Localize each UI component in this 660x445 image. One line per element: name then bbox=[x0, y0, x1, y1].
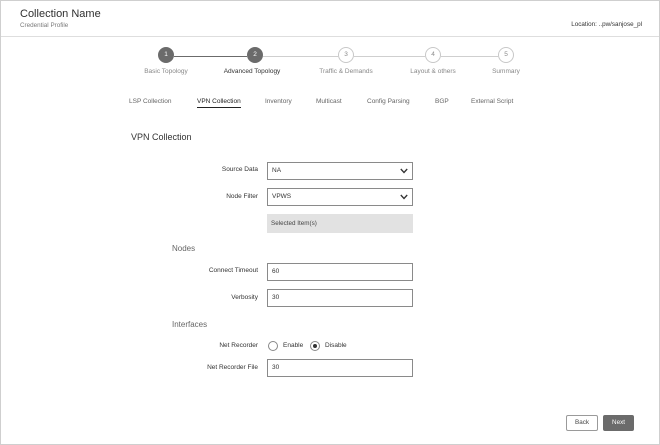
tab-config-parsing[interactable]: Config Parsing bbox=[367, 98, 410, 105]
source-data-label: Source Data bbox=[221, 166, 258, 173]
connect-timeout-label: Connect Timeout bbox=[208, 267, 258, 274]
step-5-circle[interactable]: 5 bbox=[498, 47, 514, 63]
step-1-circle[interactable]: 1 bbox=[158, 47, 174, 63]
net-recorder-label: Net Recorder bbox=[219, 342, 258, 349]
source-data-value: NA bbox=[272, 167, 282, 174]
section-title: VPN Collection bbox=[131, 132, 192, 142]
nodes-group-title: Nodes bbox=[172, 244, 196, 253]
selected-items-box[interactable]: Selected Item(s) bbox=[267, 214, 413, 233]
wizard-stepper: 1 2 3 4 5 Basic Topology Advanced Topolo… bbox=[1, 47, 659, 87]
connect-timeout-input[interactable]: 60 bbox=[267, 263, 413, 281]
net-recorder-disable-label: Disable bbox=[325, 342, 347, 349]
net-recorder-disable-radio[interactable] bbox=[310, 341, 320, 351]
verbosity-label: Verbosity bbox=[231, 294, 258, 301]
net-recorder-file-input[interactable]: 30 bbox=[267, 359, 413, 377]
tab-vpn-collection[interactable]: VPN Collection bbox=[197, 98, 241, 108]
tab-multicast[interactable]: Multicast bbox=[316, 98, 342, 105]
step-1-label: Basic Topology bbox=[144, 68, 188, 75]
next-button[interactable]: Next bbox=[603, 415, 634, 431]
page-subtitle: Credential Profile bbox=[20, 22, 69, 29]
net-recorder-enable-radio[interactable] bbox=[268, 341, 278, 351]
interfaces-group-title: Interfaces bbox=[172, 320, 208, 329]
chevron-down-icon bbox=[400, 168, 408, 174]
back-button[interactable]: Back bbox=[566, 415, 598, 431]
chevron-down-icon bbox=[400, 194, 408, 200]
step-3-circle[interactable]: 3 bbox=[338, 47, 354, 63]
step-connector-2-3 bbox=[263, 55, 338, 57]
tab-lsp-collection[interactable]: LSP Collection bbox=[129, 98, 172, 105]
tab-inventory[interactable]: Inventory bbox=[265, 98, 292, 105]
step-connector-4-5 bbox=[441, 55, 498, 57]
step-connector-1-2 bbox=[174, 55, 247, 57]
collection-tabs: LSP Collection VPN Collection Inventory … bbox=[1, 98, 659, 112]
net-recorder-enable-label: Enable bbox=[283, 342, 304, 349]
step-connector-3-4 bbox=[354, 55, 425, 57]
page-header: Collection Name Credential Profile Locat… bbox=[1, 1, 659, 37]
wizard-window: Collection Name Credential Profile Locat… bbox=[0, 0, 660, 445]
tab-external-script[interactable]: External Script bbox=[471, 98, 513, 105]
step-2-label: Advanced Topology bbox=[223, 68, 281, 75]
net-recorder-file-label: Net Recorder File bbox=[207, 364, 258, 371]
location-label: Location: ..pw/sanjose_pl bbox=[571, 21, 642, 28]
step-3-label: Traffic & Demands bbox=[319, 68, 373, 75]
step-5-label: Summary bbox=[492, 68, 520, 75]
step-2-circle[interactable]: 2 bbox=[247, 47, 263, 63]
page-title: Collection Name bbox=[20, 8, 101, 20]
node-filter-select[interactable]: VPWS bbox=[267, 188, 413, 206]
source-data-select[interactable]: NA bbox=[267, 162, 413, 180]
tab-bgp[interactable]: BGP bbox=[435, 98, 449, 105]
step-4-circle[interactable]: 4 bbox=[425, 47, 441, 63]
node-filter-value: VPWS bbox=[272, 193, 292, 200]
node-filter-label: Node Filter bbox=[226, 193, 258, 200]
verbosity-input[interactable]: 30 bbox=[267, 289, 413, 307]
